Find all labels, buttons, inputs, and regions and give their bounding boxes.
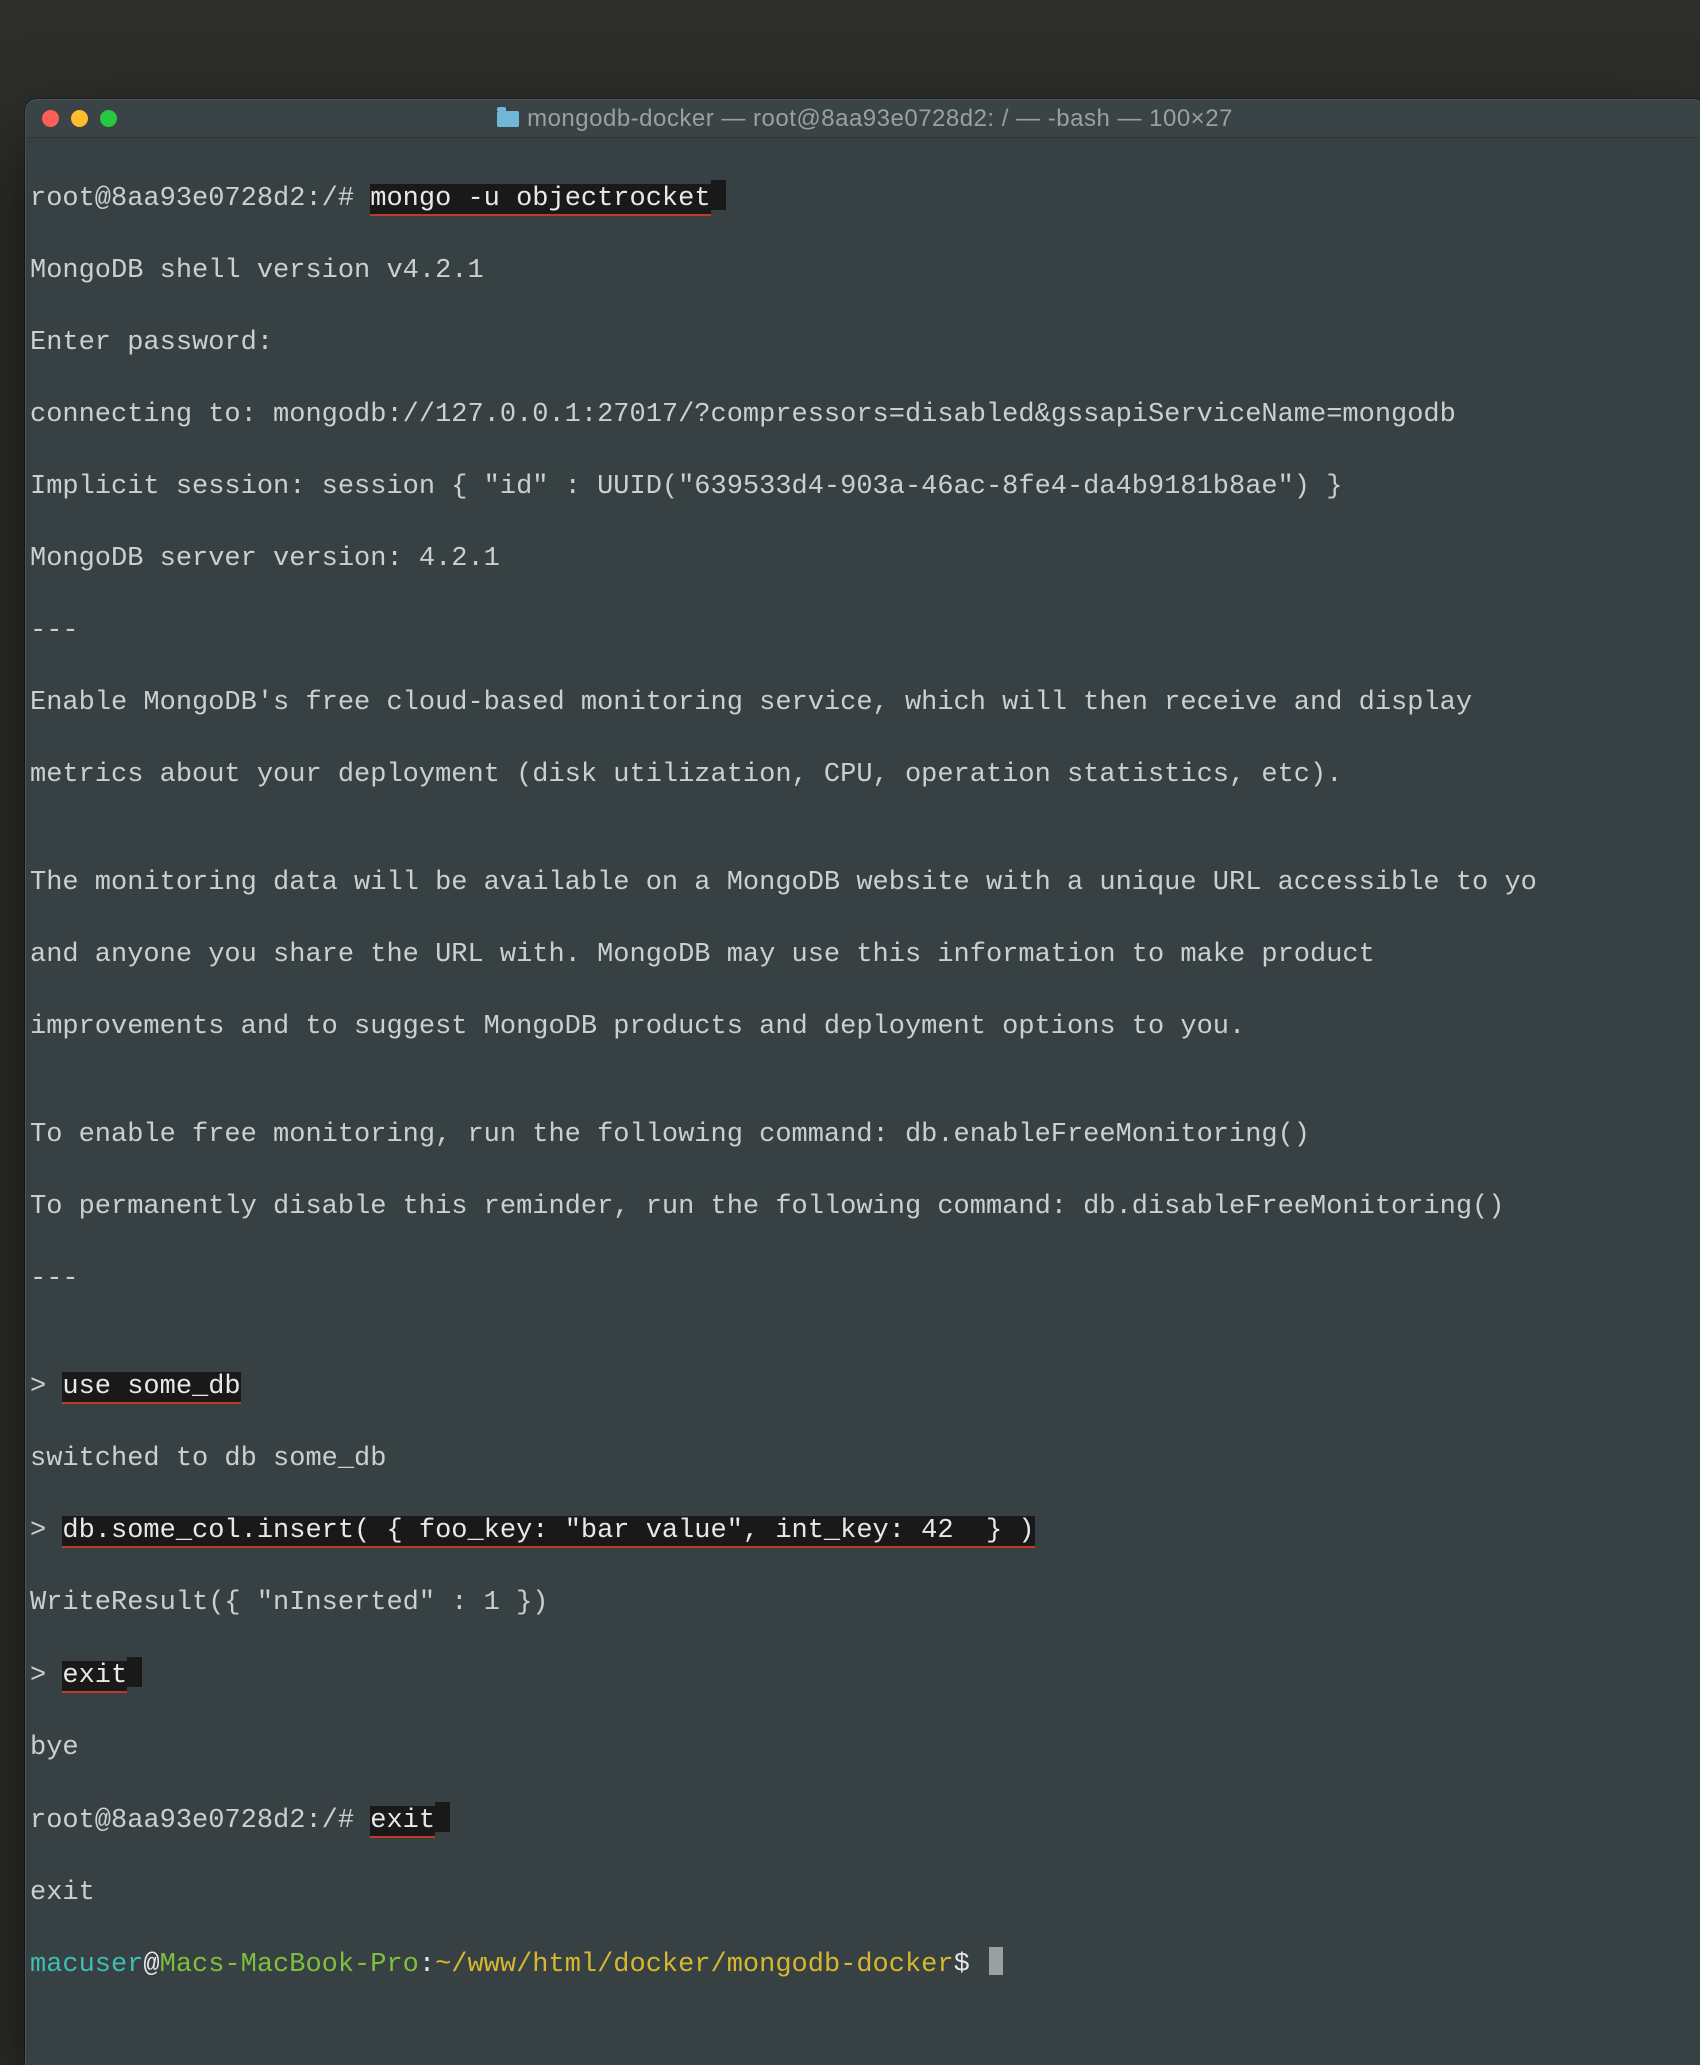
highlight-cursor [435, 1802, 450, 1832]
traffic-lights [42, 110, 117, 127]
window-title-text: mongodb-docker — root@8aa93e0728d2: / — … [527, 105, 1233, 133]
prompt-root: root@8aa93e0728d2:/# [30, 1806, 354, 1836]
output-line: To enable free monitoring, run the follo… [30, 1117, 1700, 1153]
output-line: Implicit session: session { "id" : UUID(… [30, 469, 1700, 505]
window-title: mongodb-docker — root@8aa93e0728d2: / — … [26, 105, 1700, 133]
mongo-prompt: > [30, 1661, 46, 1691]
titlebar: mongodb-docker — root@8aa93e0728d2: / — … [26, 100, 1700, 138]
folder-icon [497, 111, 519, 127]
output-line: The monitoring data will be available on… [30, 865, 1700, 901]
minimize-icon[interactable] [71, 110, 88, 127]
highlight-cursor [711, 180, 726, 210]
local-user: macuser [30, 1950, 143, 1980]
prompt-root: root@8aa93e0728d2:/# [30, 184, 354, 214]
output-line: Enable MongoDB's free cloud-based monito… [30, 685, 1700, 721]
highlight-cursor [127, 1657, 142, 1687]
cmd-mongo: mongo -u objectrocket [370, 184, 710, 216]
output-line: metrics about your deployment (disk util… [30, 757, 1700, 793]
cmd-insert: db.some_col.insert( { foo_key: "bar valu… [62, 1516, 1034, 1548]
terminal-body[interactable]: root@8aa93e0728d2:/# mongo -u objectrock… [26, 138, 1700, 2065]
cmd-exit-shell: exit [370, 1806, 435, 1838]
output-line: bye [30, 1730, 1700, 1766]
at-sign: @ [143, 1950, 159, 1980]
dollar: $ [954, 1950, 970, 1980]
output-line: improvements and to suggest MongoDB prod… [30, 1009, 1700, 1045]
output-line: and anyone you share the URL with. Mongo… [30, 937, 1700, 973]
output-line: exit [30, 1875, 1700, 1911]
mongo-prompt: > [30, 1516, 46, 1546]
output-line: Enter password: [30, 325, 1700, 361]
output-line: To permanently disable this reminder, ru… [30, 1189, 1700, 1225]
close-icon[interactable] [42, 110, 59, 127]
mongo-prompt: > [30, 1372, 46, 1402]
cmd-use-db: use some_db [62, 1372, 240, 1404]
output-line: connecting to: mongodb://127.0.0.1:27017… [30, 397, 1700, 433]
maximize-icon[interactable] [100, 110, 117, 127]
output-line: --- [30, 1261, 1700, 1297]
output-line: switched to db some_db [30, 1441, 1700, 1477]
output-line: --- [30, 613, 1700, 649]
output-line: MongoDB server version: 4.2.1 [30, 541, 1700, 577]
output-line: MongoDB shell version v4.2.1 [30, 253, 1700, 289]
local-path: ~/www/html/docker/mongodb-docker [435, 1950, 953, 1980]
colon: : [419, 1950, 435, 1980]
terminal-window: mongodb-docker — root@8aa93e0728d2: / — … [25, 99, 1700, 2065]
local-host: Macs-MacBook-Pro [160, 1950, 419, 1980]
output-line: WriteResult({ "nInserted" : 1 }) [30, 1585, 1700, 1621]
terminal-cursor [989, 1947, 1003, 1975]
cmd-exit-mongo: exit [62, 1661, 127, 1693]
